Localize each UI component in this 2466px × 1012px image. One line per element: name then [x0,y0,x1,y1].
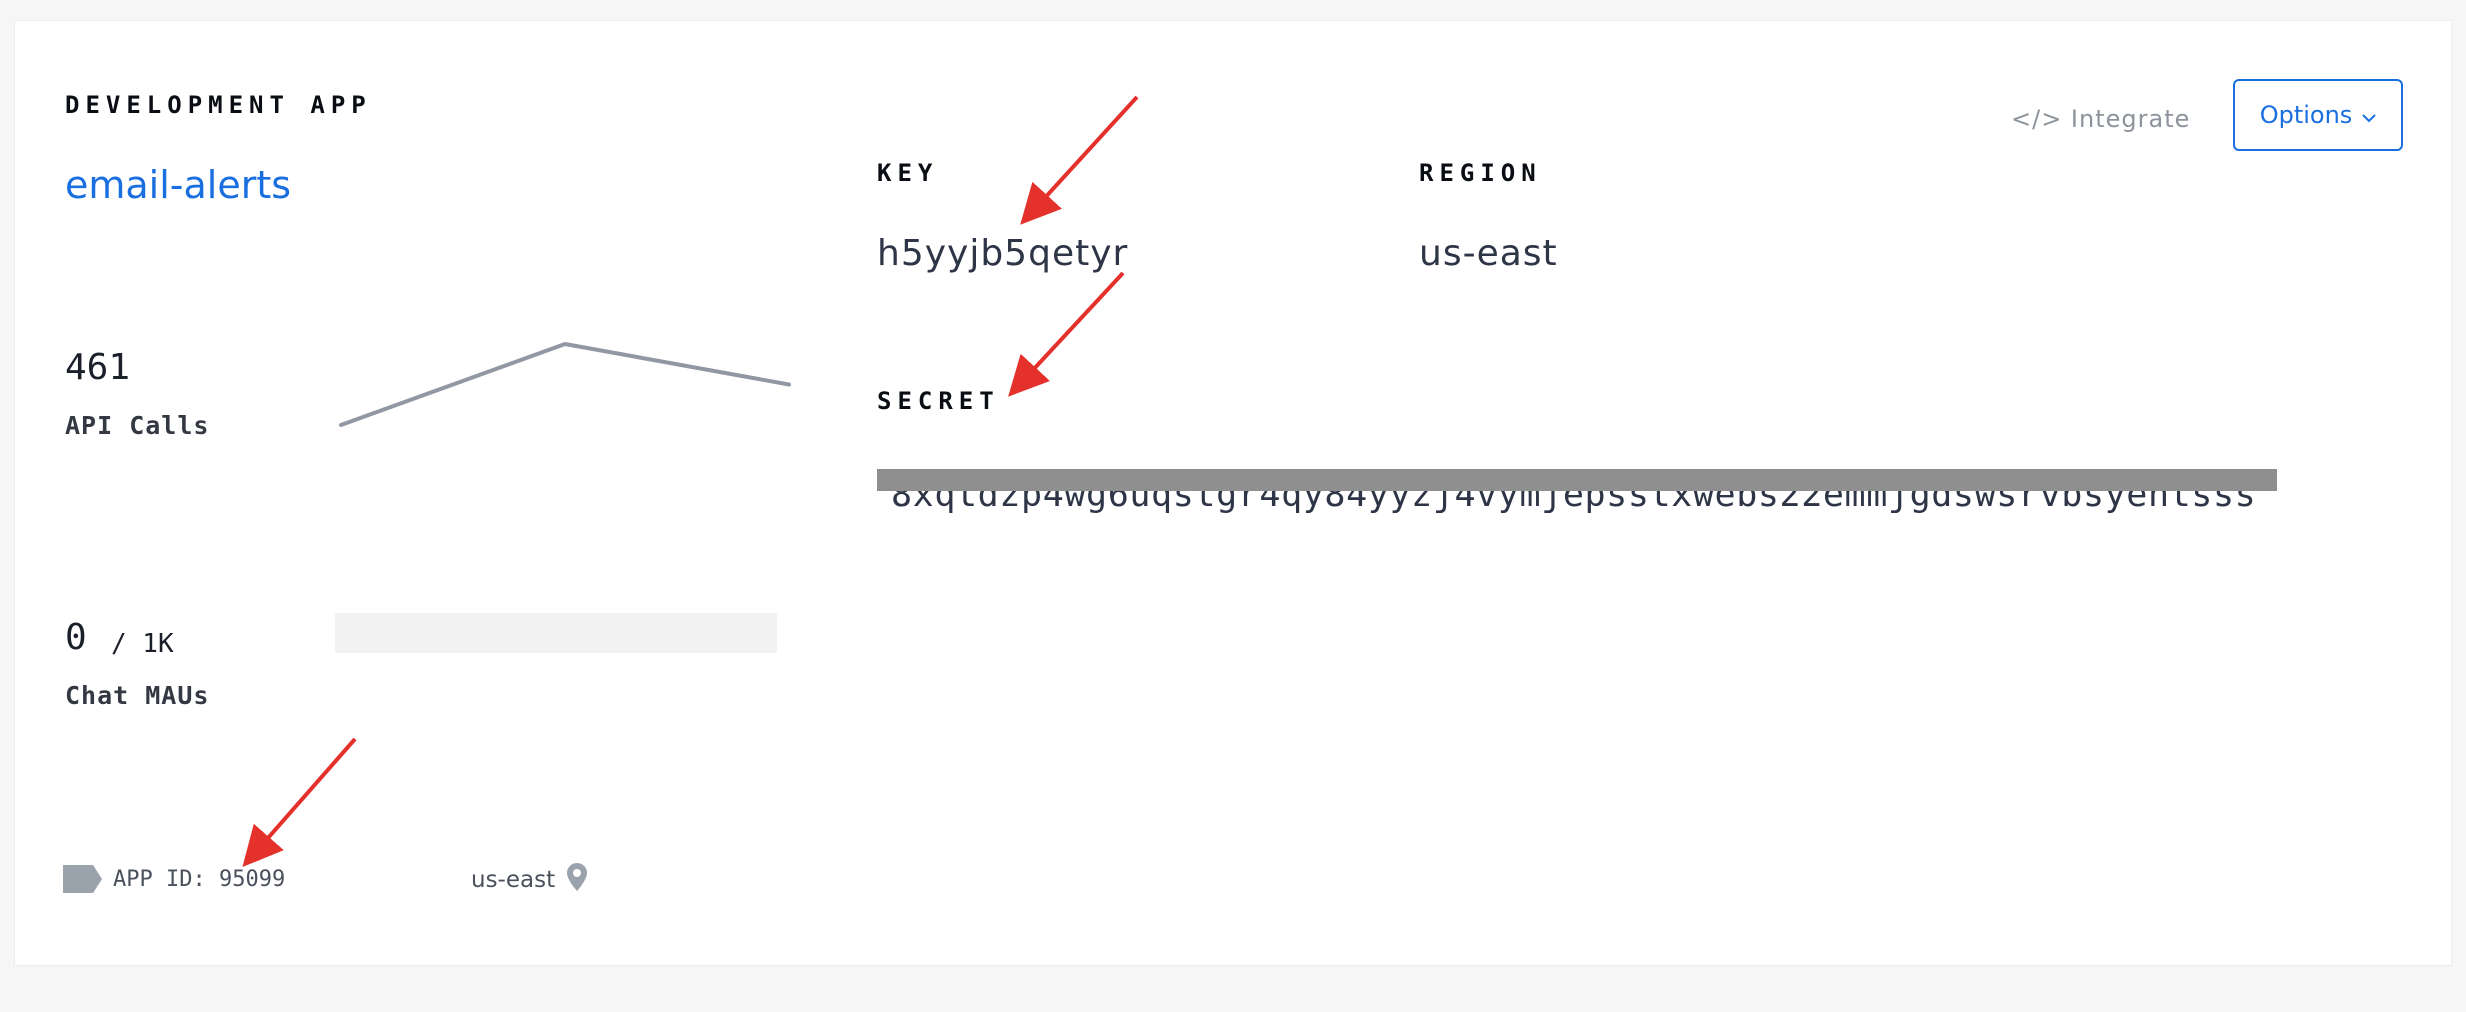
chat-maus-usage-bar [335,613,777,653]
app-id: APP ID: 95099 [113,867,286,892]
options-button[interactable]: Options [2233,79,2403,151]
chat-maus-label: Chat MAUs [65,681,210,710]
integrate-link[interactable]: </> Integrate [2011,105,2190,133]
region-label: REGION [1419,159,1542,187]
annotation-arrow-key [1020,95,1139,225]
secret-label: SECRET [877,387,1000,415]
api-calls-value: 461 [65,347,131,388]
app-region: us-east [471,867,556,893]
annotation-arrow-secret [1008,271,1125,397]
secret-redaction-bar [877,469,2277,491]
app-section-label: DEVELOPMENT APP [65,91,372,119]
api-calls-label: API Calls [65,411,210,440]
api-calls-sparkline [339,342,791,427]
chat-maus-limit: / 1K [111,629,174,659]
tag-icon [63,865,103,897]
secret-field: 8xqtdzp4wg6uqstgr4qy84yyzj4vymjepsstxweb… [877,461,2277,529]
app-name-link[interactable]: email-alerts [65,163,291,207]
key-label: KEY [877,159,939,187]
key-value: h5yyjb5qetyr [877,233,1129,274]
region-value: us-east [1419,233,1558,274]
chat-maus-value: 0 [65,617,87,658]
options-button-label: Options [2259,101,2353,129]
sparkline-line [339,342,791,427]
app-card: DEVELOPMENT APP email-alerts 461 API Cal… [14,20,2452,966]
map-pin-icon [567,863,587,895]
annotation-arrow-app-id [242,737,357,868]
chevron-down-icon [2362,101,2377,129]
